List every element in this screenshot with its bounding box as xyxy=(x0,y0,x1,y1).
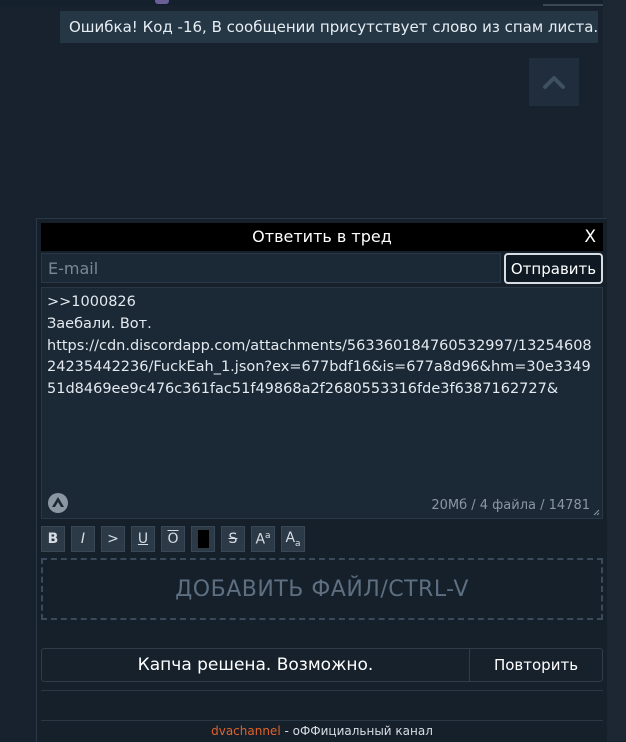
scroll-to-top-button[interactable] xyxy=(529,58,579,106)
retry-captcha-button[interactable]: Повторить xyxy=(470,649,602,681)
error-notification: Ошибка! Код -16, В сообщении присутствуе… xyxy=(60,11,598,43)
subscript-button[interactable]: Aa xyxy=(281,526,305,552)
top-strip xyxy=(0,0,603,6)
spoiler-button[interactable] xyxy=(191,526,215,552)
captcha-row: Капча решена. Возможно. Повторить xyxy=(41,648,603,682)
add-file-dropzone[interactable]: ДОБАВИТЬ ФАЙЛ/CTRL-V xyxy=(41,558,603,620)
italic-button[interactable]: I xyxy=(71,526,95,552)
email-field[interactable] xyxy=(41,253,501,283)
reply-form-title: Ответить в тред xyxy=(252,227,392,246)
subscript-label: Aa xyxy=(285,529,301,549)
quote-button[interactable]: > xyxy=(101,526,125,552)
bold-button[interactable]: B xyxy=(41,526,65,552)
footer-separator xyxy=(41,690,603,691)
post-stats: 20Мб / 4 файла / 14781 xyxy=(431,498,590,513)
superscript-button[interactable]: Aa xyxy=(251,526,275,552)
send-button[interactable]: Отправить xyxy=(504,253,603,284)
reply-form: Ответить в тред X Отправить >>1000826 За… xyxy=(36,218,607,742)
reply-form-header[interactable]: Ответить в тред X xyxy=(41,223,603,251)
chevron-up-icon xyxy=(543,76,565,89)
channel-suffix: - оФФициальный канал xyxy=(280,724,433,738)
message-textarea[interactable]: >>1000826 Заебали. Вот. https://cdn.disc… xyxy=(41,287,603,519)
footer: dvachannel - оФФициальный канал xyxy=(37,724,607,738)
top-accent-bar xyxy=(155,0,169,4)
upload-icon[interactable] xyxy=(47,492,69,514)
underline-button[interactable]: U xyxy=(131,526,155,552)
superscript-label: Aa xyxy=(255,530,271,548)
top-divider xyxy=(543,4,603,6)
captcha-status: Капча решена. Возможно. xyxy=(42,649,470,681)
spoiler-icon xyxy=(197,530,209,548)
footer-divider xyxy=(41,720,603,721)
resize-grip-icon[interactable] xyxy=(593,509,600,516)
overline-button[interactable]: O xyxy=(161,526,185,552)
message-text[interactable]: >>1000826 Заебали. Вот. https://cdn.disc… xyxy=(47,292,599,401)
channel-link[interactable]: dvachannel xyxy=(211,724,281,738)
strike-button[interactable]: S xyxy=(221,526,245,552)
close-button[interactable]: X xyxy=(584,223,596,251)
